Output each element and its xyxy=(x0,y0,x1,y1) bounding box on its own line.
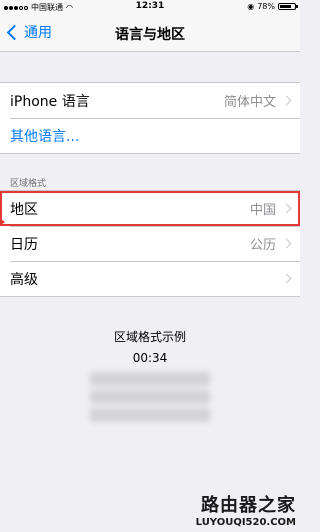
status-right: ◉ 78% xyxy=(247,2,298,11)
chevron-right-icon xyxy=(281,203,292,214)
region-example-time: 00:34 xyxy=(132,351,168,365)
battery-icon xyxy=(278,3,298,10)
calendar-value: 公历 xyxy=(249,238,276,253)
page-title: 语言与地区 xyxy=(115,27,185,43)
iphone-language-label: iPhone 语言 xyxy=(10,93,90,110)
watermark-url: LUYOUQI520.COM xyxy=(195,517,296,528)
chevron-right-icon xyxy=(281,273,292,284)
region-example-title: 区域格式示例 xyxy=(113,330,186,344)
watermark: 路由器之家 LUYOUQI520.COM xyxy=(196,491,296,528)
navigation-bar: 通用 语言与地区 xyxy=(0,14,300,52)
blurred-example-line xyxy=(90,408,210,422)
blurred-example-line xyxy=(90,372,210,386)
iphone-language-value: 简体中文 xyxy=(223,95,276,110)
other-languages-label: 其他语言... xyxy=(10,128,80,145)
other-languages-row[interactable]: 其他语言... xyxy=(0,118,300,153)
advanced-row[interactable]: 高级 xyxy=(0,261,300,296)
advanced-label: 高级 xyxy=(10,271,38,288)
battery-percent: 78% xyxy=(257,2,275,11)
region-format-header: 区域格式 xyxy=(10,179,47,189)
status-bar: 中国联通 ◠ 12:31 ◉ 78% xyxy=(0,0,300,14)
rotation-lock-icon: ◉ xyxy=(247,2,255,11)
calendar-label: 日历 xyxy=(10,236,38,253)
region-label: 地区 xyxy=(10,201,38,218)
iphone-language-row[interactable]: iPhone 语言 简体中文 xyxy=(0,83,300,118)
calendar-row[interactable]: 日历 公历 xyxy=(0,226,300,261)
region-value: 中国 xyxy=(249,203,276,218)
region-row[interactable]: 地区 中国 xyxy=(0,191,300,227)
language-group: iPhone 语言 简体中文 其他语言... xyxy=(0,82,300,154)
watermark-title: 路由器之家 xyxy=(201,495,296,516)
blurred-example-line xyxy=(90,390,210,404)
chevron-right-icon xyxy=(281,238,292,249)
chevron-right-icon xyxy=(281,95,292,106)
region-group: 地区 中国 日历 公历 高级 xyxy=(0,190,300,297)
